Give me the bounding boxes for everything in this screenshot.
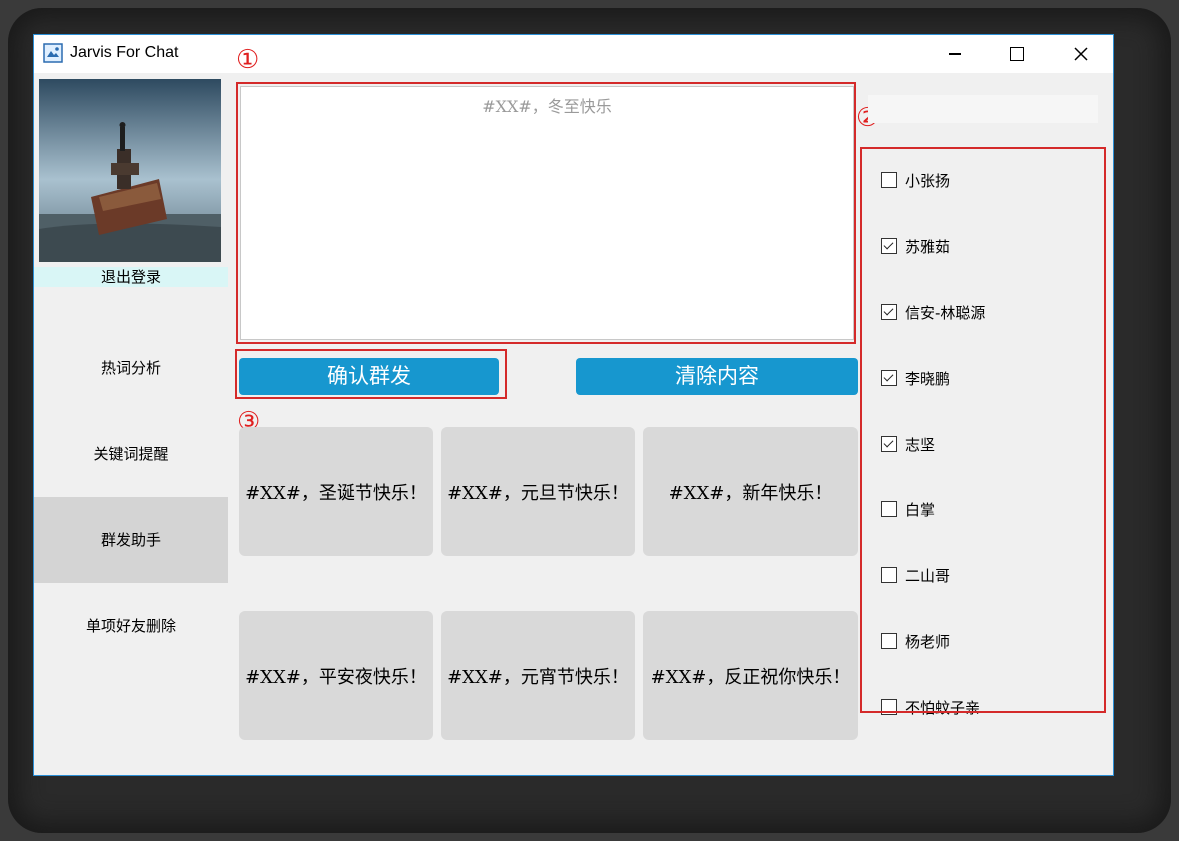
logout-button[interactable]: 退出登录 [34,267,228,287]
clear-content-button[interactable]: 清除内容 [576,358,858,395]
window-title: Jarvis For Chat [70,44,179,61]
annotation-marker-1: ① [236,45,260,75]
sidebar-item-keyword-alert[interactable]: 关键词提醒 [34,411,228,497]
minimize-icon [949,53,961,55]
template-card[interactable]: #XX#，新年快乐！ [643,427,858,556]
close-button[interactable] [1050,35,1112,73]
avatar [39,79,221,262]
annotation-box-3 [235,349,507,399]
app-window: Jarvis For Chat 退出登录 热词分析 关键词提醒 群发助手 单项好… [33,34,1114,776]
maximize-icon [1010,47,1024,61]
titlebar: Jarvis For Chat [34,35,1113,73]
close-icon [1074,47,1088,61]
sidebar: 退出登录 热词分析 关键词提醒 群发助手 单项好友删除 [34,73,228,775]
annotation-box-1 [236,82,856,344]
sidebar-item-friend-delete[interactable]: 单项好友删除 [34,583,228,669]
app-icon [43,43,63,63]
template-card[interactable]: #XX#，元旦节快乐！ [441,427,635,556]
sidebar-item-group-send[interactable]: 群发助手 [34,497,228,583]
contact-list-header [868,95,1098,123]
template-card[interactable]: #XX#，平安夜快乐！ [239,611,433,740]
template-card[interactable]: #XX#，反正祝你快乐！ [643,611,858,740]
annotation-box-2 [860,147,1106,713]
sidebar-item-hotword-analysis[interactable]: 热词分析 [34,325,228,411]
template-card[interactable]: #XX#，元宵节快乐！ [441,611,635,740]
minimize-button[interactable] [924,35,986,73]
maximize-button[interactable] [986,35,1048,73]
main-content: ① ② ③ #XX#，冬至快乐 确认群发 清除内容 #XX#，圣诞节快乐！ #X… [228,45,1113,775]
template-card[interactable]: #XX#，圣诞节快乐！ [239,427,433,556]
